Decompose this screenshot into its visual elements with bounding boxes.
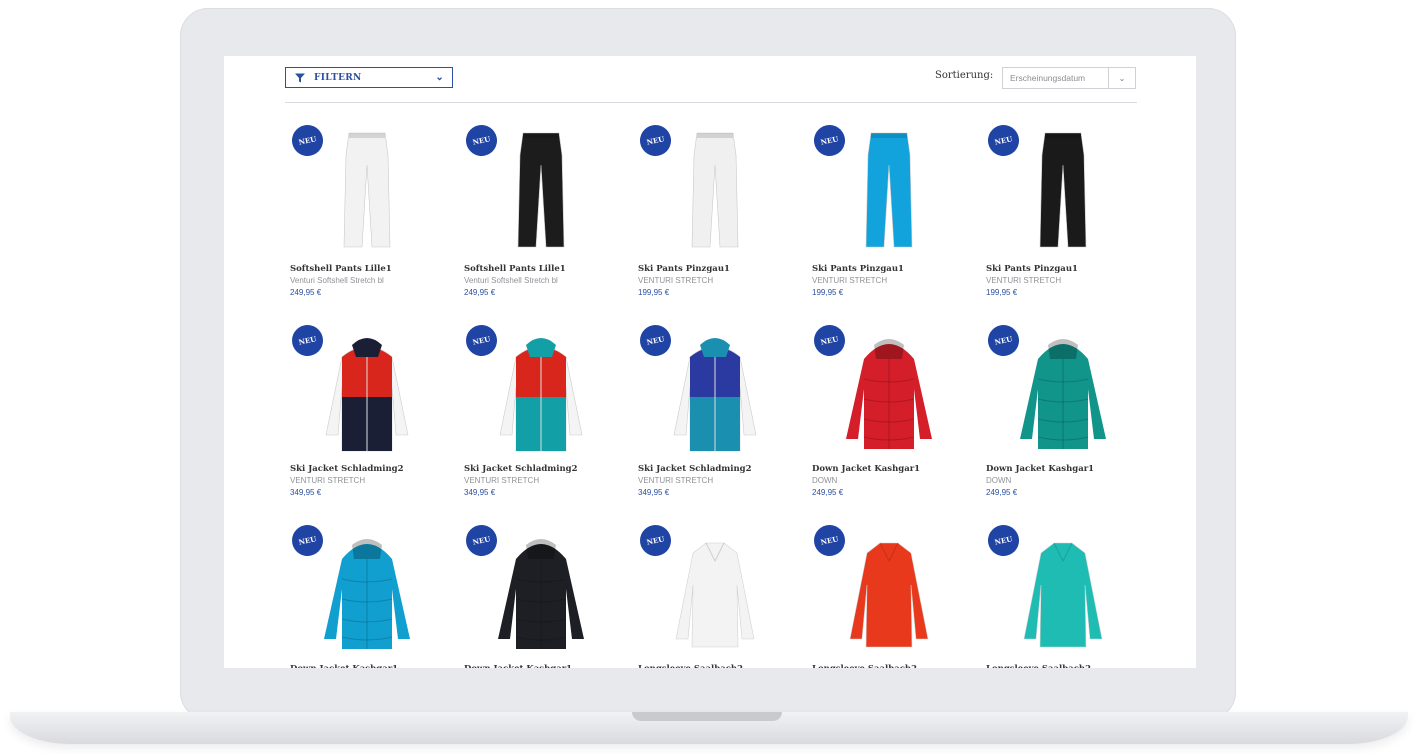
sort-label: Sortierung:	[935, 70, 994, 81]
product-title[interactable]: Ski Jacket Schladming2	[638, 464, 752, 474]
product-image[interactable]	[834, 327, 944, 455]
product-card[interactable]: NEU Down Jacket Kashgar1 DOWN 249,95 €	[984, 322, 1158, 522]
product-title[interactable]: Ski Pants Pinzgau1	[986, 264, 1078, 274]
product-image[interactable]	[834, 127, 944, 255]
product-subtitle: VENTURI STRETCH	[812, 276, 888, 285]
product-card[interactable]: NEULongsleeve Saalbach2	[810, 522, 984, 668]
product-card[interactable]: NEULongsleeve Saalbach2	[636, 522, 810, 668]
product-card[interactable]: NEU Ski Jacket Schladming2 VENTURI STRETCH…	[288, 322, 462, 522]
product-title[interactable]: Ski Jacket Schladming2	[290, 464, 404, 474]
product-title[interactable]: Down Jacket Kashgar1	[290, 664, 398, 668]
product-card[interactable]: NEU Softshell Pants Lille1 Venturi Softshe…	[288, 122, 462, 322]
product-image[interactable]	[660, 527, 770, 655]
divider	[285, 102, 1137, 103]
product-card[interactable]: NEULongsleeve Saalbach2	[984, 522, 1158, 668]
product-price: 349,95 €	[290, 488, 322, 497]
product-price: 249,95 €	[464, 288, 496, 297]
product-image[interactable]	[312, 327, 422, 455]
product-title[interactable]: Ski Jacket Schladming2	[464, 464, 578, 474]
laptop-notch	[632, 712, 782, 721]
product-subtitle: Venturi Softshell Stretch bl	[464, 276, 558, 285]
product-image[interactable]	[486, 127, 596, 255]
product-image[interactable]	[312, 127, 422, 255]
product-image[interactable]	[660, 127, 770, 255]
product-title[interactable]: Longsleeve Saalbach2	[812, 664, 917, 668]
product-price: 249,95 €	[986, 488, 1018, 497]
product-image[interactable]	[1008, 327, 1118, 455]
product-card[interactable]: NEU Ski Pants Pinzgau1 VENTURI STRETCH 199,…	[636, 122, 810, 322]
chevron-down-icon: ⌄	[435, 72, 444, 83]
product-title[interactable]: Ski Pants Pinzgau1	[812, 264, 904, 274]
chevron-down-icon: ⌄	[1108, 68, 1135, 88]
product-grid: NEU Softshell Pants Lille1 Venturi Softshe…	[288, 122, 1168, 668]
product-title[interactable]: Longsleeve Saalbach2	[986, 664, 1091, 668]
filter-button[interactable]: FILTERN ⌄	[285, 67, 453, 88]
sort-value: Erscheinungsdatum	[1010, 73, 1086, 83]
product-card[interactable]: NEU Ski Jacket Schladming2 VENTURI STRETCH…	[462, 322, 636, 522]
product-card[interactable]: NEUDown Jacket Kashgar1	[288, 522, 462, 668]
product-image[interactable]	[1008, 127, 1118, 255]
product-card[interactable]: NEU Ski Jacket Schladming2 VENTURI STRETCH…	[636, 322, 810, 522]
product-price: 349,95 €	[464, 488, 496, 497]
product-image[interactable]	[486, 327, 596, 455]
product-subtitle: VENTURI STRETCH	[638, 476, 714, 485]
product-price: 199,95 €	[638, 288, 670, 297]
product-title[interactable]: Down Jacket Kashgar1	[986, 464, 1094, 474]
product-subtitle: VENTURI STRETCH	[290, 476, 366, 485]
product-title[interactable]: Down Jacket Kashgar1	[812, 464, 920, 474]
product-title[interactable]: Softshell Pants Lille1	[290, 264, 392, 274]
product-subtitle: DOWN	[986, 476, 1012, 485]
product-price: 249,95 €	[812, 488, 844, 497]
filter-label: FILTERN	[314, 72, 362, 83]
product-subtitle: Venturi Softshell Stretch bl	[290, 276, 384, 285]
product-title[interactable]: Ski Pants Pinzgau1	[638, 264, 730, 274]
product-price: 199,95 €	[812, 288, 844, 297]
product-image[interactable]	[834, 527, 944, 655]
screen: FILTERN ⌄ Sortierung: Erscheinungsdatum …	[224, 56, 1196, 668]
product-card[interactable]: NEU Down Jacket Kashgar1 DOWN 249,95 €	[810, 322, 984, 522]
product-title[interactable]: Down Jacket Kashgar1	[464, 664, 572, 668]
product-card[interactable]: NEUDown Jacket Kashgar1	[462, 522, 636, 668]
product-price: 249,95 €	[290, 288, 322, 297]
product-card[interactable]: NEU Ski Pants Pinzgau1 VENTURI STRETCH 199,…	[810, 122, 984, 322]
product-subtitle: VENTURI STRETCH	[986, 276, 1062, 285]
product-card[interactable]: NEU Softshell Pants Lille1 Venturi Softshe…	[462, 122, 636, 322]
product-image[interactable]	[486, 527, 596, 655]
product-title[interactable]: Softshell Pants Lille1	[464, 264, 566, 274]
product-subtitle: VENTURI STRETCH	[638, 276, 714, 285]
funnel-icon	[295, 73, 305, 82]
product-image[interactable]	[1008, 527, 1118, 655]
product-price: 349,95 €	[638, 488, 670, 497]
sort-select[interactable]: Erscheinungsdatum ⌄	[1002, 67, 1136, 89]
product-image[interactable]	[312, 527, 422, 655]
product-image[interactable]	[660, 327, 770, 455]
product-price: 199,95 €	[986, 288, 1018, 297]
product-subtitle: VENTURI STRETCH	[464, 476, 540, 485]
product-title[interactable]: Longsleeve Saalbach2	[638, 664, 743, 668]
product-card[interactable]: NEU Ski Pants Pinzgau1 VENTURI STRETCH 199,…	[984, 122, 1158, 322]
product-subtitle: DOWN	[812, 476, 838, 485]
